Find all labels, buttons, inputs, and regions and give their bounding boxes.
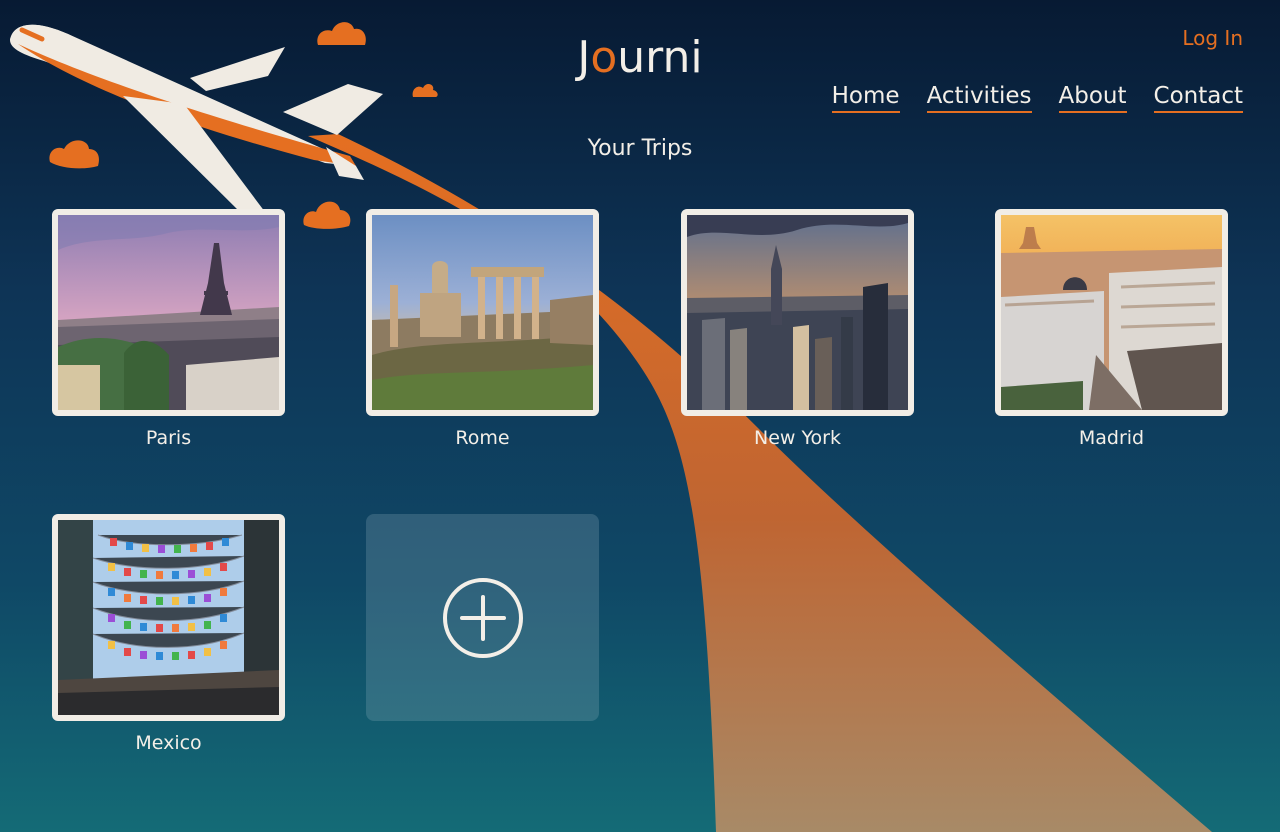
cloud-icon [49, 22, 438, 229]
airplane-icon [10, 24, 383, 214]
nav-item-about[interactable]: About [1058, 82, 1127, 113]
add-trip-button[interactable] [366, 514, 599, 721]
trip-card-madrid[interactable]: Madrid [995, 209, 1228, 452]
trip-label-mexico: Mexico [135, 732, 202, 754]
logo-letters: urn [617, 32, 691, 83]
logo-letter-i: i [690, 32, 703, 83]
trip-image-new-york [681, 209, 914, 416]
trip-label-rome: Rome [455, 427, 510, 449]
trip-label-new-york: New York [753, 427, 841, 449]
trip-image-paris [52, 209, 285, 416]
plus-circle-icon [442, 577, 523, 658]
trip-image-madrid [995, 209, 1228, 416]
page-title: Your Trips [587, 136, 693, 161]
logo-accent-letter: o [590, 32, 618, 83]
nav-item-contact[interactable]: Contact [1153, 82, 1243, 113]
logo-letter-j: J [577, 32, 591, 83]
trip-image-rome [366, 209, 599, 416]
trip-label-paris: Paris [145, 427, 192, 449]
login-link[interactable]: Log In [1182, 24, 1243, 52]
trip-card-rome[interactable]: Rome [366, 209, 599, 452]
trip-label-madrid: Madrid [1078, 427, 1145, 449]
nav-item-activities[interactable]: Activities [926, 82, 1032, 113]
trip-card-mexico[interactable]: Mexico [52, 514, 285, 757]
trip-card-new-york[interactable]: New York [681, 209, 914, 452]
nav-item-home[interactable]: Home [831, 82, 900, 113]
trip-card-paris[interactable]: Paris [52, 209, 285, 452]
trip-image-mexico [52, 514, 285, 721]
main-navigation: Home Activities About Contact [831, 82, 1243, 113]
journi-logo: Journi [560, 30, 720, 86]
